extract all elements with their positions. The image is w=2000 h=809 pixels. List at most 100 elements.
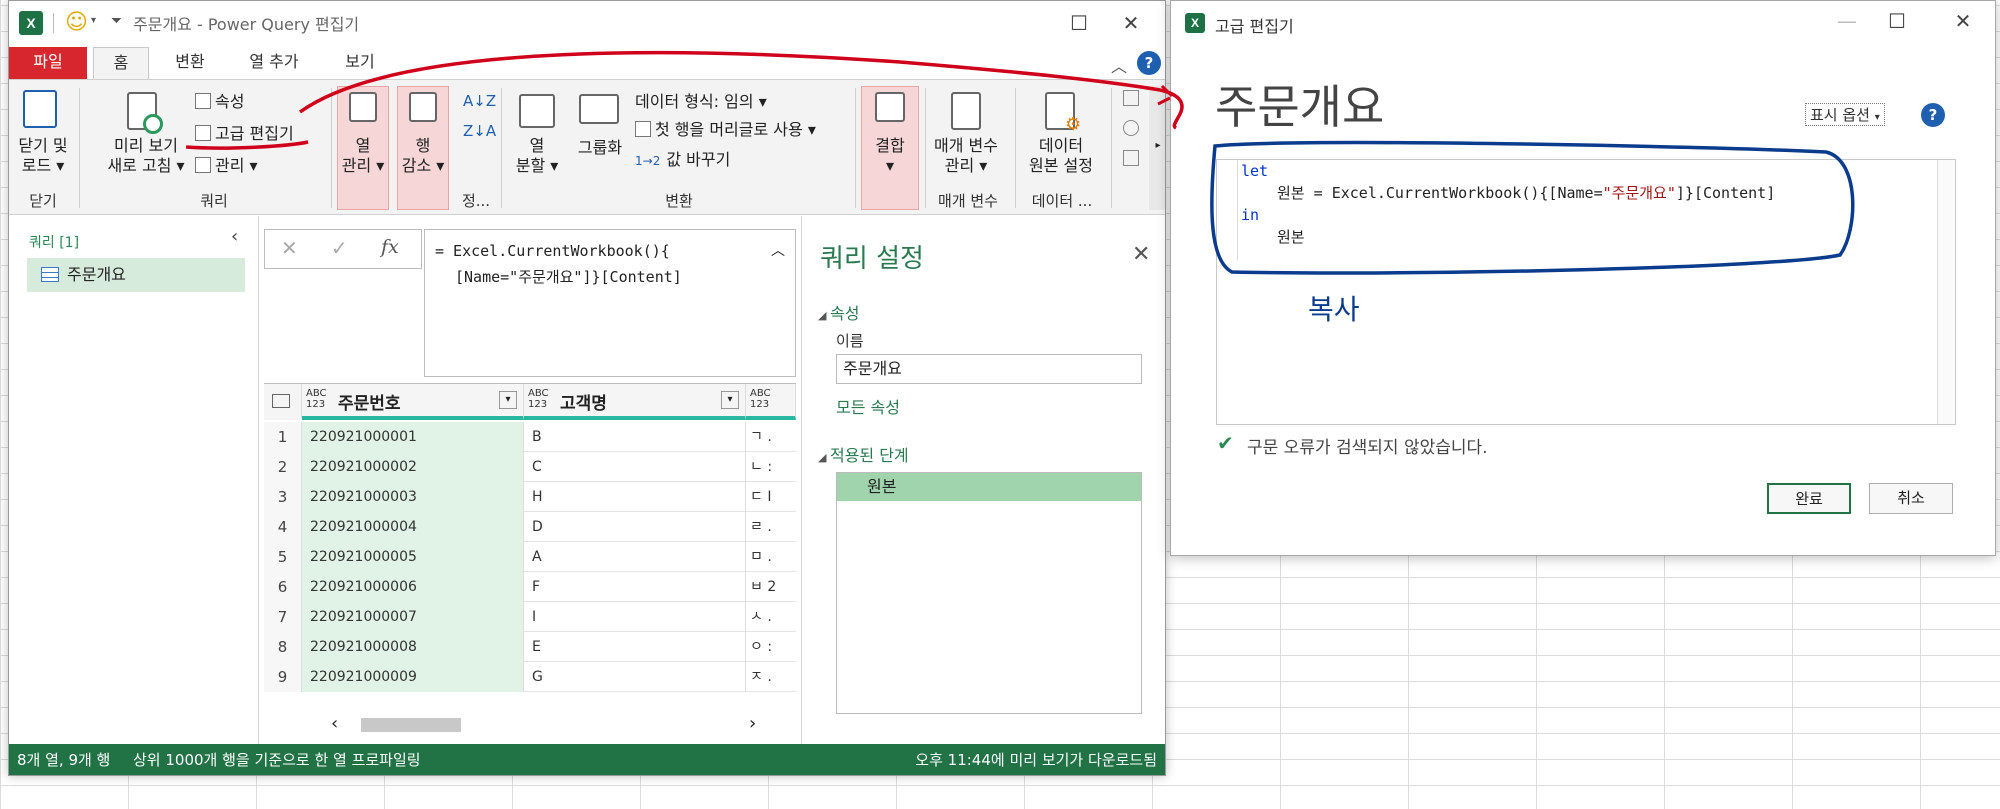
cell-order-id[interactable]: 220921000004 — [302, 512, 524, 542]
close-settings-icon[interactable]: ✕ — [1132, 242, 1150, 267]
filter-dropdown-icon[interactable]: ▾ — [499, 391, 517, 409]
cell-order-id[interactable]: 220921000009 — [302, 662, 524, 692]
data-source-settings-button[interactable]: 데이터 원본 설정 — [1017, 136, 1105, 176]
query-name-input[interactable]: 주문개요 — [836, 354, 1142, 384]
table-row[interactable]: 5 220921000005 A ㅁ . — [264, 542, 796, 572]
row-number[interactable]: 2 — [264, 452, 302, 482]
first-row-header-button[interactable]: 첫 행을 머리글로 사용 ▾ — [635, 116, 816, 140]
collapse-ribbon-icon[interactable]: ︿ — [1111, 53, 1127, 77]
formula-input[interactable]: = Excel.CurrentWorkbook(){ [Name="주문개요"]… — [424, 229, 796, 377]
fx-icon[interactable]: fx — [381, 236, 399, 258]
combine-button[interactable]: 결합 ▾ — [861, 136, 919, 176]
cell-customer[interactable]: B — [524, 422, 746, 452]
table-row[interactable]: 3 220921000003 H ㄷ I — [264, 482, 796, 512]
minimize-icon[interactable]: — — [1827, 7, 1867, 35]
properties-button[interactable]: 속성 — [195, 88, 244, 112]
quick-access-icon[interactable]: ⏷ — [111, 13, 122, 29]
manage-params-button[interactable]: 매개 변수 관리 ▾ — [925, 136, 1007, 176]
table-row[interactable]: 6 220921000006 F ㅂ 2 — [264, 572, 796, 602]
close-load-button[interactable]: 닫기 및 로드 ▾ — [17, 136, 69, 176]
display-options-dropdown[interactable]: 표시 옵션 ▾ — [1805, 103, 1885, 126]
cell-customer[interactable]: F — [524, 572, 746, 602]
manage-button[interactable]: 관리 ▾ — [195, 152, 258, 176]
table-menu-icon[interactable] — [264, 384, 302, 420]
properties-section[interactable]: ◢ 속성 — [818, 300, 859, 324]
editor-scrollbar[interactable] — [1937, 160, 1955, 424]
refresh-preview-button[interactable]: 미리 보기 새로 고침 ▾ — [101, 136, 191, 176]
cell-col3[interactable]: ㅂ 2 — [746, 572, 796, 602]
cell-customer[interactable]: C — [524, 452, 746, 482]
cell-col3[interactable]: ㄴ : — [746, 452, 796, 482]
table-row[interactable]: 8 220921000008 E ㅇ : — [264, 632, 796, 662]
cell-col3[interactable]: ㄹ . — [746, 512, 796, 542]
maximize-icon[interactable]: ☐ — [1877, 7, 1917, 35]
cell-order-id[interactable]: 220921000006 — [302, 572, 524, 602]
cell-customer[interactable]: H — [524, 482, 746, 512]
help-icon[interactable]: ? — [1921, 103, 1945, 127]
step-원본[interactable]: 원본 — [837, 473, 1141, 501]
cell-order-id[interactable]: 220921000003 — [302, 482, 524, 512]
cell-customer[interactable]: G — [524, 662, 746, 692]
cell-customer[interactable]: A — [524, 542, 746, 572]
row-number[interactable]: 9 — [264, 662, 302, 692]
cell-col3[interactable]: ㅁ . — [746, 542, 796, 572]
replace-values-button[interactable]: 1→2 값 바꾸기 — [635, 146, 730, 170]
data-type-dropdown[interactable]: 데이터 형식: 임의 ▾ — [635, 88, 767, 112]
advanced-editor-button[interactable]: 고급 편집기 — [195, 120, 294, 144]
row-number[interactable]: 8 — [264, 632, 302, 662]
table-row[interactable]: 7 220921000007 I ㅅ . — [264, 602, 796, 632]
column-header-3[interactable]: ABC 123 — [746, 384, 796, 420]
cell-order-id[interactable]: 220921000005 — [302, 542, 524, 572]
cell-order-id[interactable]: 220921000008 — [302, 632, 524, 662]
cell-col3[interactable]: ㅅ . — [746, 602, 796, 632]
group-by-button[interactable]: 그룹화 — [569, 138, 631, 158]
tab-add-column[interactable]: 열 추가 — [233, 47, 315, 79]
cell-order-id[interactable]: 220921000002 — [302, 452, 524, 482]
cell-col3[interactable]: ㅈ . — [746, 662, 796, 692]
collapse-pane-icon[interactable]: ‹ — [231, 226, 238, 247]
tab-home[interactable]: 홈 — [93, 47, 149, 79]
manage-columns-button[interactable]: 열 관리 ▾ — [337, 136, 389, 176]
commit-formula-icon[interactable]: ✓ — [331, 236, 348, 260]
row-number[interactable]: 6 — [264, 572, 302, 602]
maximize-icon[interactable]: ☐ — [1059, 9, 1099, 37]
column-header-고객명[interactable]: ABC 123 고객명 ▾ — [524, 384, 746, 420]
tab-file[interactable]: 파일 — [9, 47, 87, 79]
reduce-rows-button[interactable]: 행 감소 ▾ — [397, 136, 449, 176]
tab-view[interactable]: 보기 — [329, 47, 391, 79]
horizontal-scrollbar[interactable]: ‹ › — [321, 713, 801, 735]
close-icon[interactable]: ✕ — [1943, 7, 1983, 35]
split-column-button[interactable]: 열 분할 ▾ — [509, 136, 565, 176]
row-number[interactable]: 7 — [264, 602, 302, 632]
help-icon[interactable]: ? — [1137, 51, 1161, 75]
query-item-주문개요[interactable]: 주문개요 — [27, 258, 245, 292]
cell-col3[interactable]: ㄷ I — [746, 482, 796, 512]
smiley-dropdown-icon[interactable]: ▾ — [91, 15, 96, 26]
row-number[interactable]: 4 — [264, 512, 302, 542]
row-number[interactable]: 1 — [264, 422, 302, 452]
collapse-formula-icon[interactable]: ︿ — [771, 238, 785, 264]
cell-col3[interactable]: ㄱ . — [746, 422, 796, 452]
cancel-button[interactable]: 취소 — [1869, 483, 1953, 514]
status-profiling[interactable]: 상위 1000개 행을 기준으로 한 열 프로파일링 — [133, 744, 421, 775]
close-icon[interactable]: ✕ — [1111, 9, 1151, 37]
row-number[interactable]: 3 — [264, 482, 302, 512]
cell-col3[interactable]: ㅇ : — [746, 632, 796, 662]
ribbon-scroll-right-icon[interactable]: ▸ — [1149, 86, 1165, 210]
tab-transform[interactable]: 변환 — [159, 47, 221, 79]
cancel-formula-icon[interactable]: ✕ — [281, 236, 298, 260]
cell-order-id[interactable]: 220921000001 — [302, 422, 524, 452]
smiley-icon[interactable]: ☺ — [65, 10, 88, 35]
table-row[interactable]: 4 220921000004 D ㄹ . — [264, 512, 796, 542]
cell-customer[interactable]: E — [524, 632, 746, 662]
table-row[interactable]: 2 220921000002 C ㄴ : — [264, 452, 796, 482]
applied-steps-section[interactable]: ◢ 적용된 단계 — [818, 442, 909, 466]
filter-dropdown-icon[interactable]: ▾ — [721, 391, 739, 409]
cell-customer[interactable]: I — [524, 602, 746, 632]
done-button[interactable]: 완료 — [1767, 483, 1851, 514]
row-number[interactable]: 5 — [264, 542, 302, 572]
sort-descending-icon[interactable]: Z↓A — [463, 122, 496, 140]
column-header-주문번호[interactable]: ABC 123 주문번호 ▾ — [302, 384, 524, 420]
table-row[interactable]: 1 220921000001 B ㄱ . — [264, 422, 796, 452]
sort-ascending-icon[interactable]: A↓Z — [463, 92, 496, 110]
